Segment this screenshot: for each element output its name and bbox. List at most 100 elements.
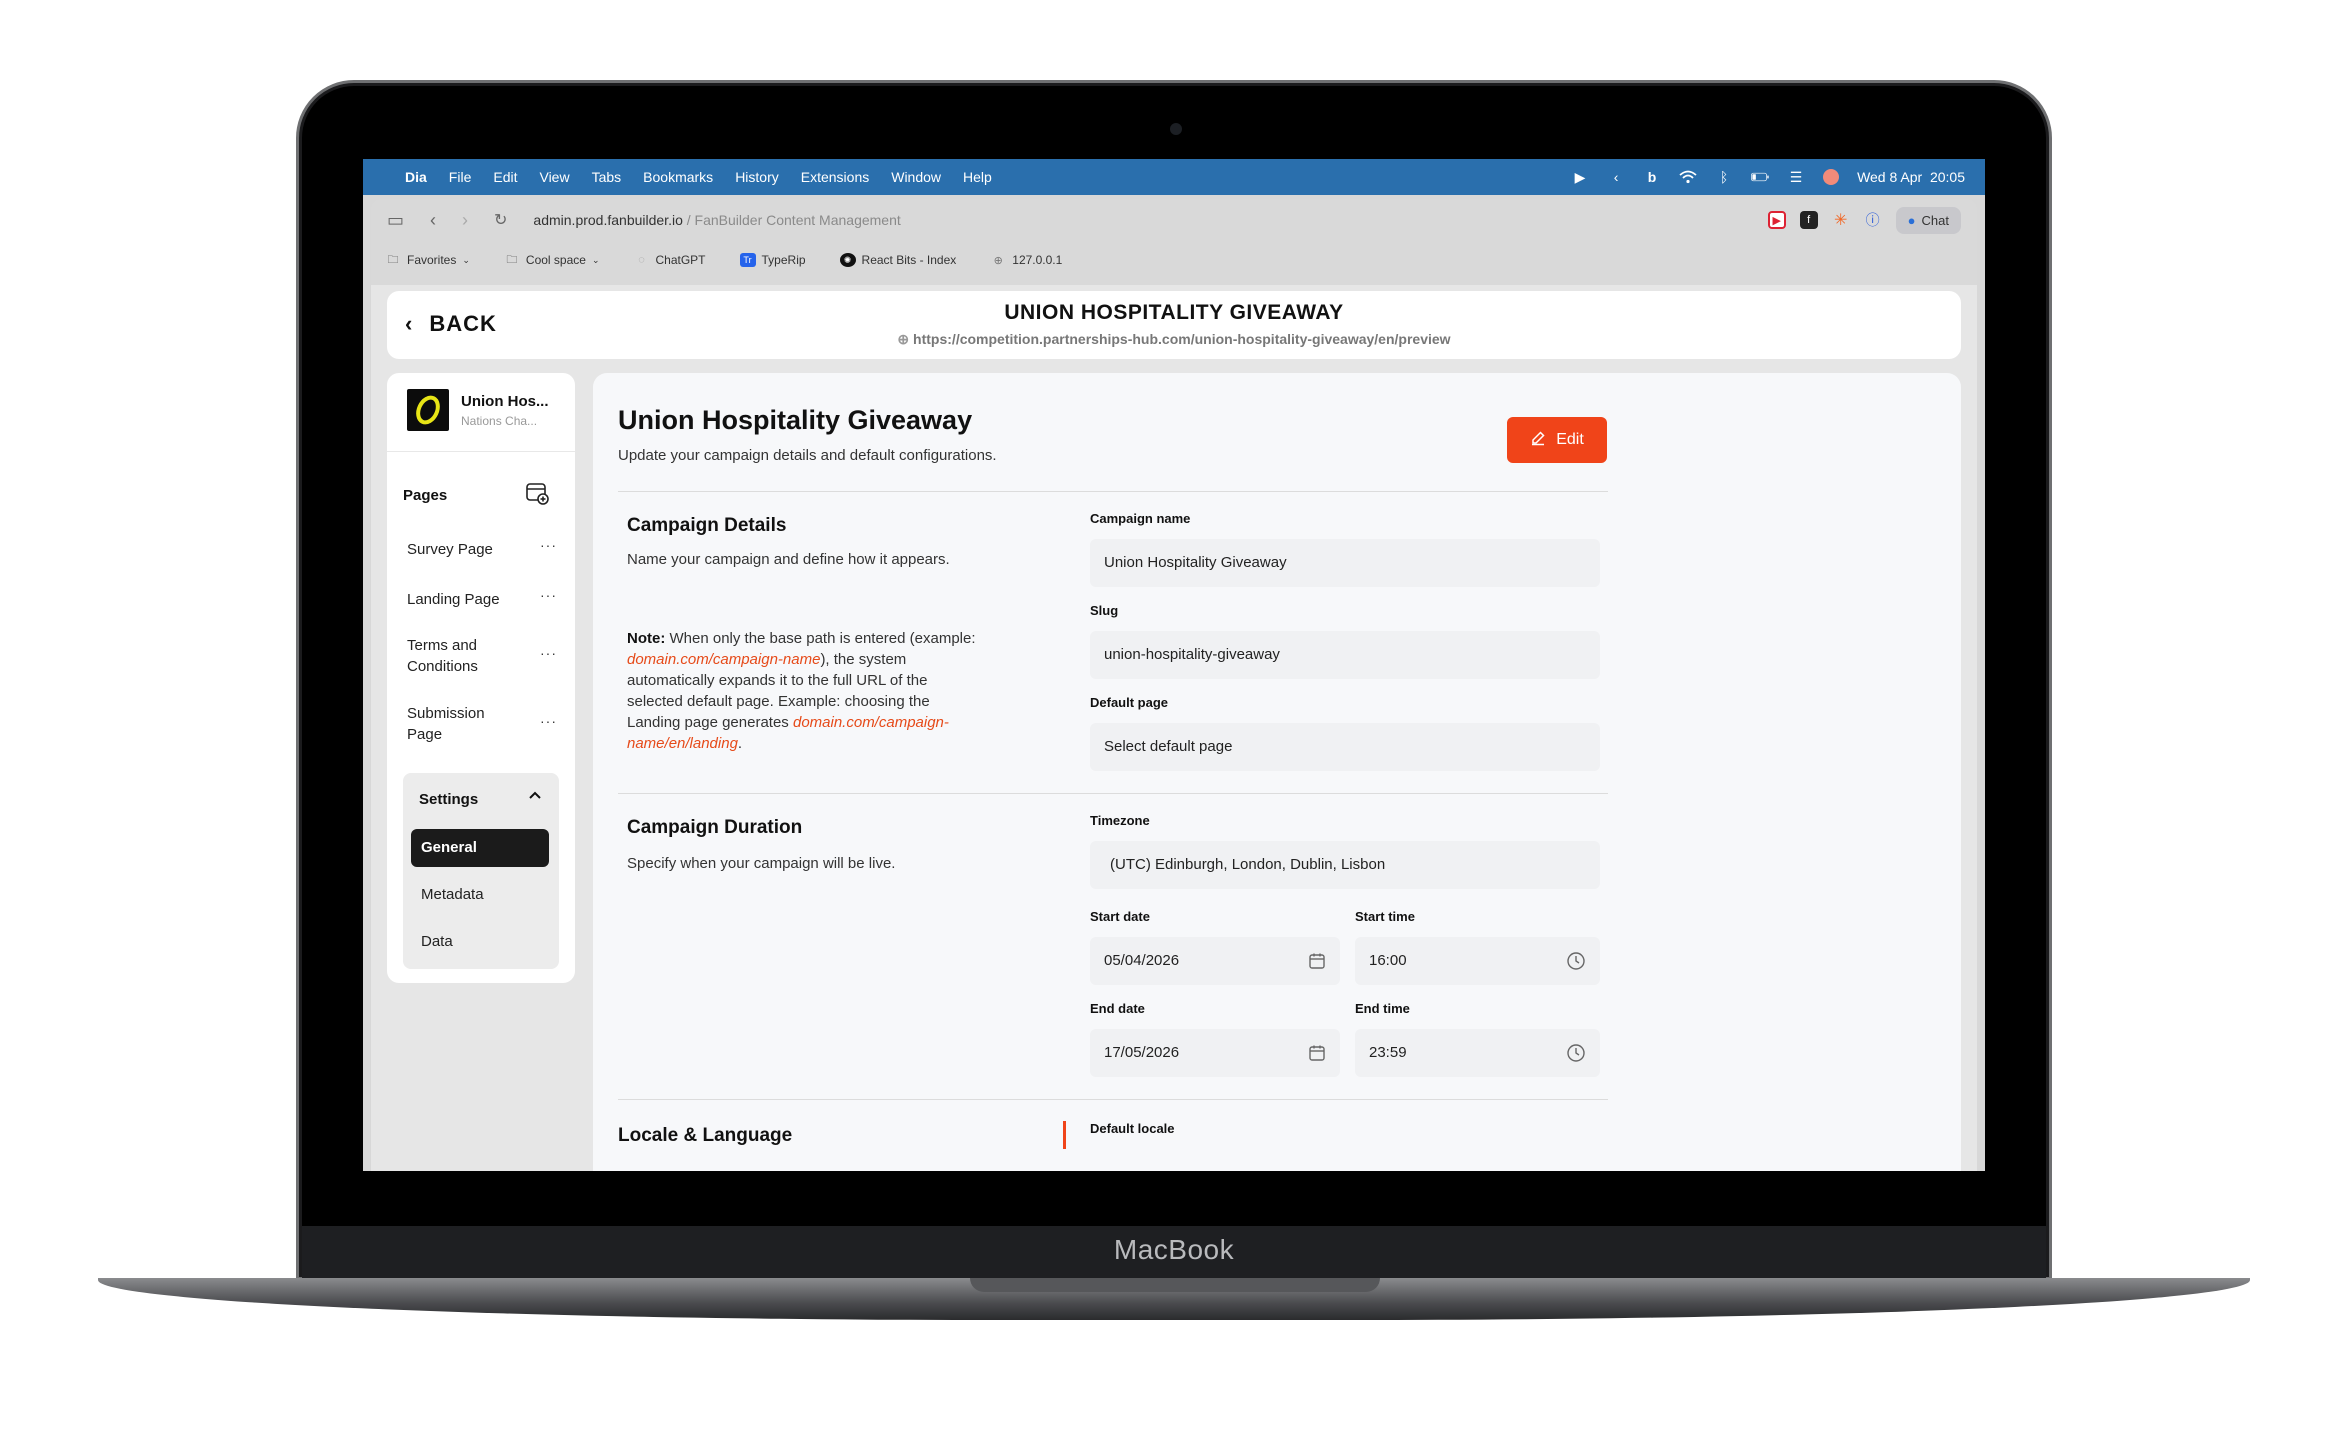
battery-icon[interactable] (1751, 168, 1769, 186)
end-date-label: End date (1090, 1001, 1145, 1016)
pages-heading: Pages (403, 487, 448, 504)
settings-item-general[interactable]: General (411, 829, 549, 867)
default-page-select[interactable]: Select default page (1090, 723, 1600, 771)
more-options-icon[interactable]: ··· (540, 713, 557, 729)
bookmark-chatgpt[interactable]: ◌ ChatGPT (634, 253, 705, 267)
main-panel: Union Hospitality Giveaway Update your c… (593, 373, 1961, 1171)
bookmark-localhost[interactable]: ⊕ 127.0.0.1 (990, 253, 1063, 267)
b-app-icon[interactable]: b (1643, 168, 1661, 186)
settings-heading[interactable]: Settings (419, 791, 478, 808)
forward-arrow-icon[interactable]: › (462, 210, 468, 231)
page-content: ‹ BACK UNION HOSPITALITY GIVEAWAY ⊕ http… (371, 285, 1977, 1171)
settings-item-metadata[interactable]: Metadata (411, 876, 549, 914)
active-field-indicator (1063, 1121, 1066, 1149)
sidebar-item-landing-page[interactable]: Landing Page (407, 589, 557, 610)
bookmark-react-bits[interactable]: ✺ React Bits - Index (839, 253, 956, 267)
clock-icon[interactable] (1566, 1029, 1586, 1081)
end-date-value: 17/05/2026 (1104, 1044, 1180, 1061)
menu-bookmarks[interactable]: Bookmarks (643, 169, 713, 185)
end-time-value: 23:59 (1369, 1044, 1407, 1061)
play-icon[interactable]: ▶ (1571, 168, 1589, 186)
menu-history[interactable]: History (735, 169, 779, 185)
menu-app-name[interactable]: Dia (405, 169, 427, 185)
campaign-name-field[interactable]: Union Hospitality Giveaway (1090, 539, 1600, 587)
more-options-icon[interactable]: ··· (540, 645, 557, 661)
pencil-icon (1530, 430, 1546, 451)
sidebar: Union Hos... Nations Cha... Pages Survey… (387, 373, 575, 983)
menu-window[interactable]: Window (891, 169, 941, 185)
start-date-value: 05/04/2026 (1104, 952, 1180, 969)
sidebar-item-label: Survey Page (407, 541, 493, 558)
sidebar-item-survey-page[interactable]: Survey Page (407, 539, 557, 560)
bookmarks-bar: 🗀 Favorites ⌄ 🗀 Cool space ⌄ ◌ ChatGPT T… (371, 245, 1076, 275)
end-date-field[interactable]: 17/05/2026 (1090, 1029, 1340, 1077)
menu-extensions[interactable]: Extensions (801, 169, 869, 185)
menu-view[interactable]: View (539, 169, 569, 185)
url-bar: ▭ ‹ › ↻ admin.prod.fanbuilder.io / FanBu… (371, 199, 1977, 241)
extension-red-icon[interactable]: ▶ (1767, 211, 1786, 229)
address-field[interactable]: admin.prod.fanbuilder.io / FanBuilder Co… (533, 212, 900, 228)
note-label: Note: (627, 630, 666, 647)
control-center-icon[interactable]: ☰ (1787, 168, 1805, 186)
extension-sun-icon[interactable]: ✳ (1832, 211, 1850, 229)
bookmark-cool-space[interactable]: 🗀 Cool space ⌄ (504, 253, 599, 267)
sidebar-item-terms[interactable]: Terms and Conditions (407, 635, 517, 677)
edit-button[interactable]: Edit (1507, 417, 1607, 463)
more-options-icon[interactable]: ··· (540, 587, 557, 603)
details-note: Note: When only the base path is entered… (627, 628, 987, 754)
locale-section-title: Locale & Language (618, 1125, 793, 1146)
reload-icon[interactable]: ↻ (494, 210, 507, 230)
bookmark-label: Cool space (525, 253, 586, 267)
start-time-label: Start time (1355, 909, 1415, 924)
timezone-select[interactable]: (UTC) Edinburgh, London, Dublin, Lisbon (1090, 841, 1600, 889)
toolbar-extensions: ▶ f ✳ ⓘ ● Chat (1767, 206, 1961, 234)
add-page-icon[interactable] (525, 481, 549, 505)
slug-label: Slug (1090, 603, 1119, 618)
settings-item-data[interactable]: Data (411, 923, 549, 961)
bookmark-favorites[interactable]: 🗀 Favorites ⌄ (385, 253, 470, 267)
end-time-field[interactable]: 23:59 (1355, 1029, 1600, 1077)
calendar-icon[interactable] (1308, 1029, 1326, 1080)
bookmark-label: Favorites (407, 253, 457, 267)
start-time-field[interactable]: 16:00 (1355, 937, 1600, 985)
screen: Dia File Edit View Tabs Bookmarks Histor… (363, 159, 1985, 1171)
sidebar-toggle-icon[interactable]: ▭ (387, 210, 404, 231)
calendar-icon[interactable] (1308, 937, 1326, 988)
bookmark-typerip[interactable]: Tr TypeRip (739, 253, 806, 267)
chevron-up-icon[interactable] (527, 787, 543, 808)
typerip-icon: Tr (739, 253, 756, 267)
chat-bubble-icon: ● (1907, 212, 1916, 228)
edit-label: Edit (1556, 431, 1584, 448)
preview-url-row[interactable]: ⊕ https://competition.partnerships-hub.c… (387, 331, 1961, 348)
chat-button[interactable]: ● Chat (1895, 206, 1961, 234)
menu-help[interactable]: Help (963, 169, 992, 185)
bluetooth-icon[interactable]: ᛒ (1715, 168, 1733, 186)
default-locale-label: Default locale (1090, 1121, 1175, 1136)
menu-edit[interactable]: Edit (493, 169, 517, 185)
extension-info-icon[interactable]: ⓘ (1864, 211, 1882, 229)
end-time-label: End time (1355, 1001, 1410, 1016)
wifi-icon[interactable] (1679, 168, 1697, 186)
back-arrow-icon[interactable]: ‹ (430, 210, 436, 231)
sidebar-item-submission-page[interactable]: Submission Page (407, 703, 517, 745)
laptop-frame: MacBook Dia File Edit View Tabs Bookmark… (0, 0, 2348, 1440)
divider (618, 1099, 1608, 1100)
slug-field[interactable]: union-hospitality-giveaway (1090, 631, 1600, 679)
clock-icon[interactable] (1566, 937, 1586, 989)
extension-dark-icon[interactable]: f (1799, 211, 1818, 229)
org-subtitle: Nations Cha... (461, 413, 538, 428)
menu-file[interactable]: File (449, 169, 472, 185)
chatgpt-icon: ◌ (638, 254, 645, 266)
chevron-left-icon[interactable]: ‹ (1607, 168, 1625, 186)
more-options-icon[interactable]: ··· (540, 537, 557, 553)
campaign-subtitle: Update your campaign details and default… (618, 447, 997, 464)
user-avatar-icon[interactable] (1823, 169, 1840, 185)
org-switcher[interactable]: Union Hos... Nations Cha... (407, 389, 549, 431)
timezone-label: Timezone (1090, 813, 1150, 828)
menu-tabs[interactable]: Tabs (592, 169, 622, 185)
folder-icon: 🗀 (506, 253, 518, 266)
duration-section-title: Campaign Duration (627, 817, 803, 838)
menu-datetime[interactable]: Wed 8 Apr 20:05 (1857, 169, 1965, 185)
start-date-field[interactable]: 05/04/2026 (1090, 937, 1340, 985)
details-section-title: Campaign Details (627, 515, 787, 536)
